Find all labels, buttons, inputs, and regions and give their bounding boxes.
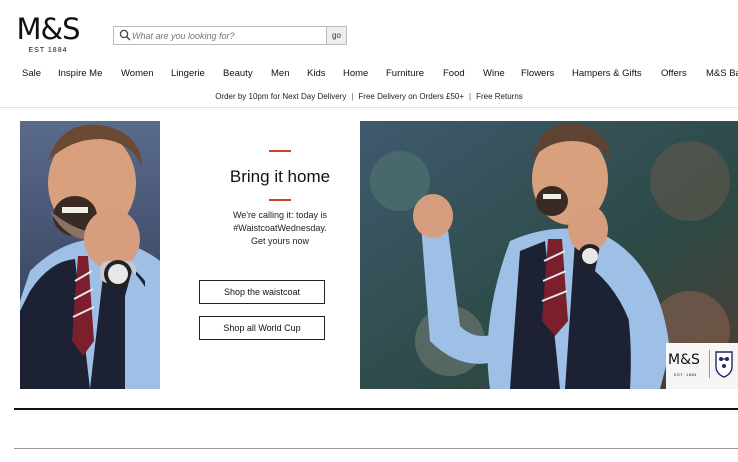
delivery-promo-bar: Order by 10pm for Next Day Delivery | Free… bbox=[0, 92, 738, 101]
hero-body-line-3: Get yours now bbox=[250, 236, 310, 246]
badge-divider bbox=[709, 350, 710, 378]
promo-next-day[interactable]: Order by 10pm for Next Day Delivery bbox=[215, 92, 346, 101]
hero-photo-left[interactable] bbox=[20, 121, 160, 389]
hero-body-line-1: We're calling it: today is bbox=[232, 210, 328, 220]
nav-item-men[interactable]: Men bbox=[271, 68, 289, 79]
promo-free-delivery[interactable]: Free Delivery on Orders £50+ bbox=[358, 92, 464, 101]
promo-separator: | bbox=[469, 92, 472, 101]
promo-separator: | bbox=[351, 92, 354, 101]
nav-item-offers[interactable]: Offers bbox=[661, 68, 687, 79]
nav-item-furniture[interactable]: Furniture bbox=[386, 68, 424, 79]
nav-item-ms-bank[interactable]: M&S Ba bbox=[706, 68, 738, 79]
shop-world-cup-button[interactable]: Shop all World Cup bbox=[199, 316, 325, 340]
ms-england-badge: M&S EST. 1884 bbox=[666, 346, 736, 382]
nav-item-hampers-gifts[interactable]: Hampers & Gifts bbox=[572, 68, 642, 79]
nav-item-lingerie[interactable]: Lingerie bbox=[171, 68, 205, 79]
section-divider-light bbox=[14, 448, 738, 449]
nav-item-food[interactable]: Food bbox=[443, 68, 465, 79]
nav-item-home[interactable]: Home bbox=[343, 68, 368, 79]
nav-item-flowers[interactable]: Flowers bbox=[521, 68, 554, 79]
main-nav: Sale Inspire Me Women Lingerie Beauty Me… bbox=[0, 68, 738, 80]
nav-item-beauty[interactable]: Beauty bbox=[223, 68, 253, 79]
hero-headline: Bring it home bbox=[229, 167, 331, 186]
nav-item-women[interactable]: Women bbox=[121, 68, 154, 79]
section-divider-bold bbox=[14, 408, 738, 410]
search-go-button[interactable]: go bbox=[326, 27, 346, 44]
england-crest-icon bbox=[715, 351, 733, 378]
hero-copy: Bring it home We're calling it: today is… bbox=[180, 150, 380, 248]
logo-mark: M&S bbox=[16, 12, 80, 46]
nav-item-kids[interactable]: Kids bbox=[307, 68, 325, 79]
promo-free-returns[interactable]: Free Returns bbox=[476, 92, 523, 101]
nav-item-wine[interactable]: Wine bbox=[483, 68, 505, 79]
badge-est: EST. 1884 bbox=[674, 372, 697, 377]
nav-item-sale[interactable]: Sale bbox=[22, 68, 41, 79]
search-input[interactable] bbox=[132, 27, 327, 44]
accent-dash bbox=[269, 199, 291, 201]
search-bar: go bbox=[113, 26, 347, 45]
hero-body-line-2: #WaistcoatWednesday. bbox=[233, 223, 327, 233]
nav-item-inspire-me[interactable]: Inspire Me bbox=[58, 68, 102, 79]
search-icon bbox=[118, 28, 132, 42]
accent-dash bbox=[269, 150, 291, 152]
header-divider bbox=[0, 107, 738, 108]
badge-logo: M&S bbox=[668, 352, 700, 368]
logo-est: EST 1884 bbox=[28, 47, 68, 54]
ms-logo[interactable]: M&S EST 1884 bbox=[12, 14, 84, 54]
shop-waistcoat-button[interactable]: Shop the waistcoat bbox=[199, 280, 325, 304]
hero-body: We're calling it: today is #WaistcoatWed… bbox=[180, 209, 380, 248]
